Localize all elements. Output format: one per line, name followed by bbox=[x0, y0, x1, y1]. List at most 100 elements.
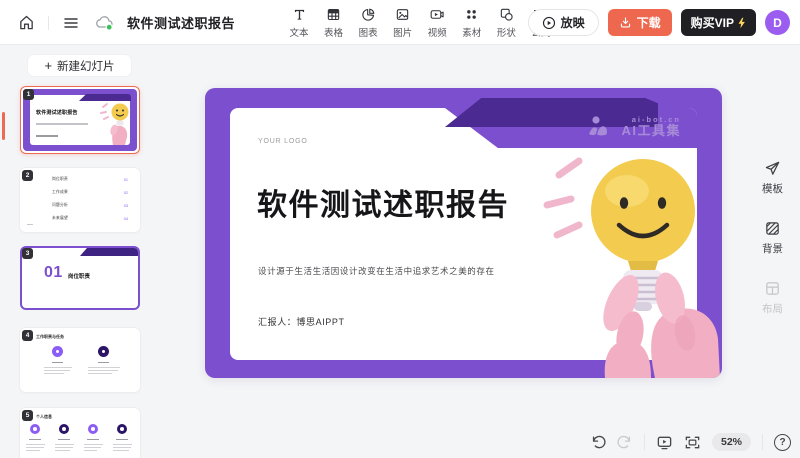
toc-label: 问题分析 bbox=[52, 203, 68, 208]
slide-logo-text[interactable]: YOUR LOGO bbox=[258, 138, 308, 145]
home-icon[interactable] bbox=[14, 11, 38, 35]
background-button[interactable]: 背景 bbox=[762, 220, 783, 256]
text-placeholder bbox=[113, 450, 129, 451]
image-icon bbox=[395, 7, 410, 23]
bulb-hand-illustration[interactable] bbox=[535, 143, 720, 378]
download-button[interactable]: 下载 bbox=[608, 9, 672, 36]
slide-title[interactable]: 软件测试述职报告 bbox=[257, 180, 509, 224]
slide-thumbnail-5[interactable]: 5 个人信息 bbox=[20, 408, 140, 458]
new-slide-label: 新建幻灯片 bbox=[57, 58, 115, 74]
tool-asset[interactable]: 素材 bbox=[456, 7, 488, 39]
tool-text[interactable]: 文本 bbox=[283, 7, 315, 39]
tool-label: 视频 bbox=[428, 25, 447, 39]
right-toolbar: 模板 背景 布局 bbox=[745, 160, 800, 316]
donut-icon bbox=[98, 346, 109, 357]
text-placeholder bbox=[113, 444, 132, 445]
slide-number-badge: 5 bbox=[22, 410, 33, 421]
text-placeholder bbox=[36, 123, 88, 125]
undo-button[interactable] bbox=[590, 434, 606, 450]
text-placeholder bbox=[26, 444, 45, 445]
toc-row: 工作成果 02 bbox=[52, 190, 128, 195]
tool-chart[interactable]: 图表 bbox=[352, 7, 384, 39]
background-icon bbox=[764, 220, 781, 237]
slide-position-indicator[interactable] bbox=[2, 112, 5, 140]
present-window-button[interactable] bbox=[656, 434, 673, 451]
layout-label: 布局 bbox=[762, 301, 783, 316]
topbar-left: 软件测试述职报告 bbox=[14, 0, 235, 45]
tool-video[interactable]: 视频 bbox=[421, 7, 453, 39]
toc-label: 工作成果 bbox=[52, 190, 68, 195]
zoom-level[interactable]: 52% bbox=[712, 433, 751, 451]
video-icon bbox=[429, 7, 445, 23]
watermark-logo-icon bbox=[588, 115, 616, 139]
slide-thumbnail-1[interactable]: 1 软件测试述职报告 bbox=[20, 86, 140, 154]
shape-icon bbox=[499, 7, 514, 23]
thumb1-bulb-illustration bbox=[99, 97, 133, 145]
download-icon bbox=[619, 16, 632, 29]
layout-button[interactable]: 布局 bbox=[762, 280, 783, 316]
undo-icon bbox=[590, 434, 606, 450]
plus-icon: + bbox=[44, 60, 52, 71]
tool-shape[interactable]: 形状 bbox=[490, 7, 522, 39]
toc-row: 未来展望 04 bbox=[52, 216, 128, 221]
new-slide-button[interactable]: + 新建幻灯片 bbox=[28, 55, 131, 76]
slide-thumbnail-4[interactable]: 4 工作职责与任务 bbox=[20, 328, 140, 392]
text-placeholder bbox=[113, 447, 131, 448]
toc-number: 01 bbox=[124, 178, 128, 182]
text-placeholder bbox=[84, 447, 101, 448]
text-placeholder bbox=[26, 450, 40, 451]
toc-row: 问题分析 03 bbox=[52, 203, 128, 208]
text-placeholder bbox=[55, 447, 73, 448]
present-button[interactable]: 放映 bbox=[528, 9, 599, 36]
slide-canvas[interactable]: ai-bot.cn AI工具集 YOUR LOGO 软件测试述职报告 设计源于生… bbox=[205, 88, 722, 378]
text-placeholder bbox=[26, 447, 44, 448]
text-placeholder bbox=[88, 367, 120, 368]
user-avatar[interactable]: D bbox=[765, 10, 790, 35]
slide-number-badge: 1 bbox=[23, 89, 34, 100]
slide-thumbnail-3[interactable]: 3 01 岗位职责 bbox=[20, 246, 140, 310]
present-label: 放映 bbox=[561, 14, 585, 31]
table-icon bbox=[326, 7, 341, 23]
tool-label: 形状 bbox=[497, 25, 516, 39]
text-icon bbox=[292, 7, 307, 23]
thumb3-band bbox=[80, 248, 138, 256]
asset-icon bbox=[464, 7, 479, 23]
thumb5-title: 个人信息 bbox=[36, 414, 52, 420]
tool-label: 素材 bbox=[462, 25, 481, 39]
background-label: 背景 bbox=[762, 241, 783, 256]
fit-screen-button[interactable] bbox=[684, 434, 701, 451]
text-placeholder bbox=[84, 450, 97, 451]
slide-thumbnail-2[interactable]: 2 岗位职责 01 工作成果 02 问题分析 03 未来展望 04 bbox=[20, 168, 140, 232]
text-placeholder bbox=[58, 439, 70, 440]
text-placeholder bbox=[98, 362, 109, 363]
help-button[interactable]: ? bbox=[774, 434, 791, 451]
insert-toolbar: 文本 表格 图表 图片 bbox=[283, 0, 557, 45]
tool-label: 表格 bbox=[324, 25, 343, 39]
toc-row: 岗位职责 01 bbox=[52, 177, 128, 182]
section-title: 岗位职责 bbox=[68, 272, 90, 280]
text-placeholder bbox=[44, 373, 64, 374]
slide-number-badge: 4 bbox=[22, 330, 33, 341]
vip-label: 购买VIP bbox=[691, 14, 734, 31]
text-placeholder bbox=[55, 444, 74, 445]
lightning-icon bbox=[737, 17, 746, 29]
text-placeholder bbox=[88, 373, 112, 374]
document-title[interactable]: 软件测试述职报告 bbox=[127, 13, 235, 32]
template-button[interactable]: 模板 bbox=[762, 160, 783, 196]
menu-icon[interactable] bbox=[59, 11, 83, 35]
topbar-right: 放映 下载 购买VIP D bbox=[528, 0, 790, 45]
tool-label: 图表 bbox=[359, 25, 378, 39]
slide-subtitle[interactable]: 设计源于生活生活因设计改变在生活中追求艺术之美的存在 bbox=[258, 265, 495, 277]
text-placeholder bbox=[116, 439, 128, 440]
donut-icon bbox=[88, 424, 98, 434]
tool-table[interactable]: 表格 bbox=[318, 7, 350, 39]
toc-label: 岗位职责 bbox=[52, 177, 68, 182]
redo-button[interactable] bbox=[617, 434, 633, 450]
section-number: 01 bbox=[44, 264, 63, 282]
top-bar: 软件测试述职报告 文本 表格 图表 bbox=[0, 0, 800, 45]
buy-vip-button[interactable]: 购买VIP bbox=[681, 9, 756, 36]
slide-presenter[interactable]: 汇报人：博思AIPPT bbox=[258, 315, 345, 328]
tool-image[interactable]: 图片 bbox=[387, 7, 419, 39]
text-placeholder bbox=[88, 370, 118, 371]
donut-icon bbox=[30, 424, 40, 434]
